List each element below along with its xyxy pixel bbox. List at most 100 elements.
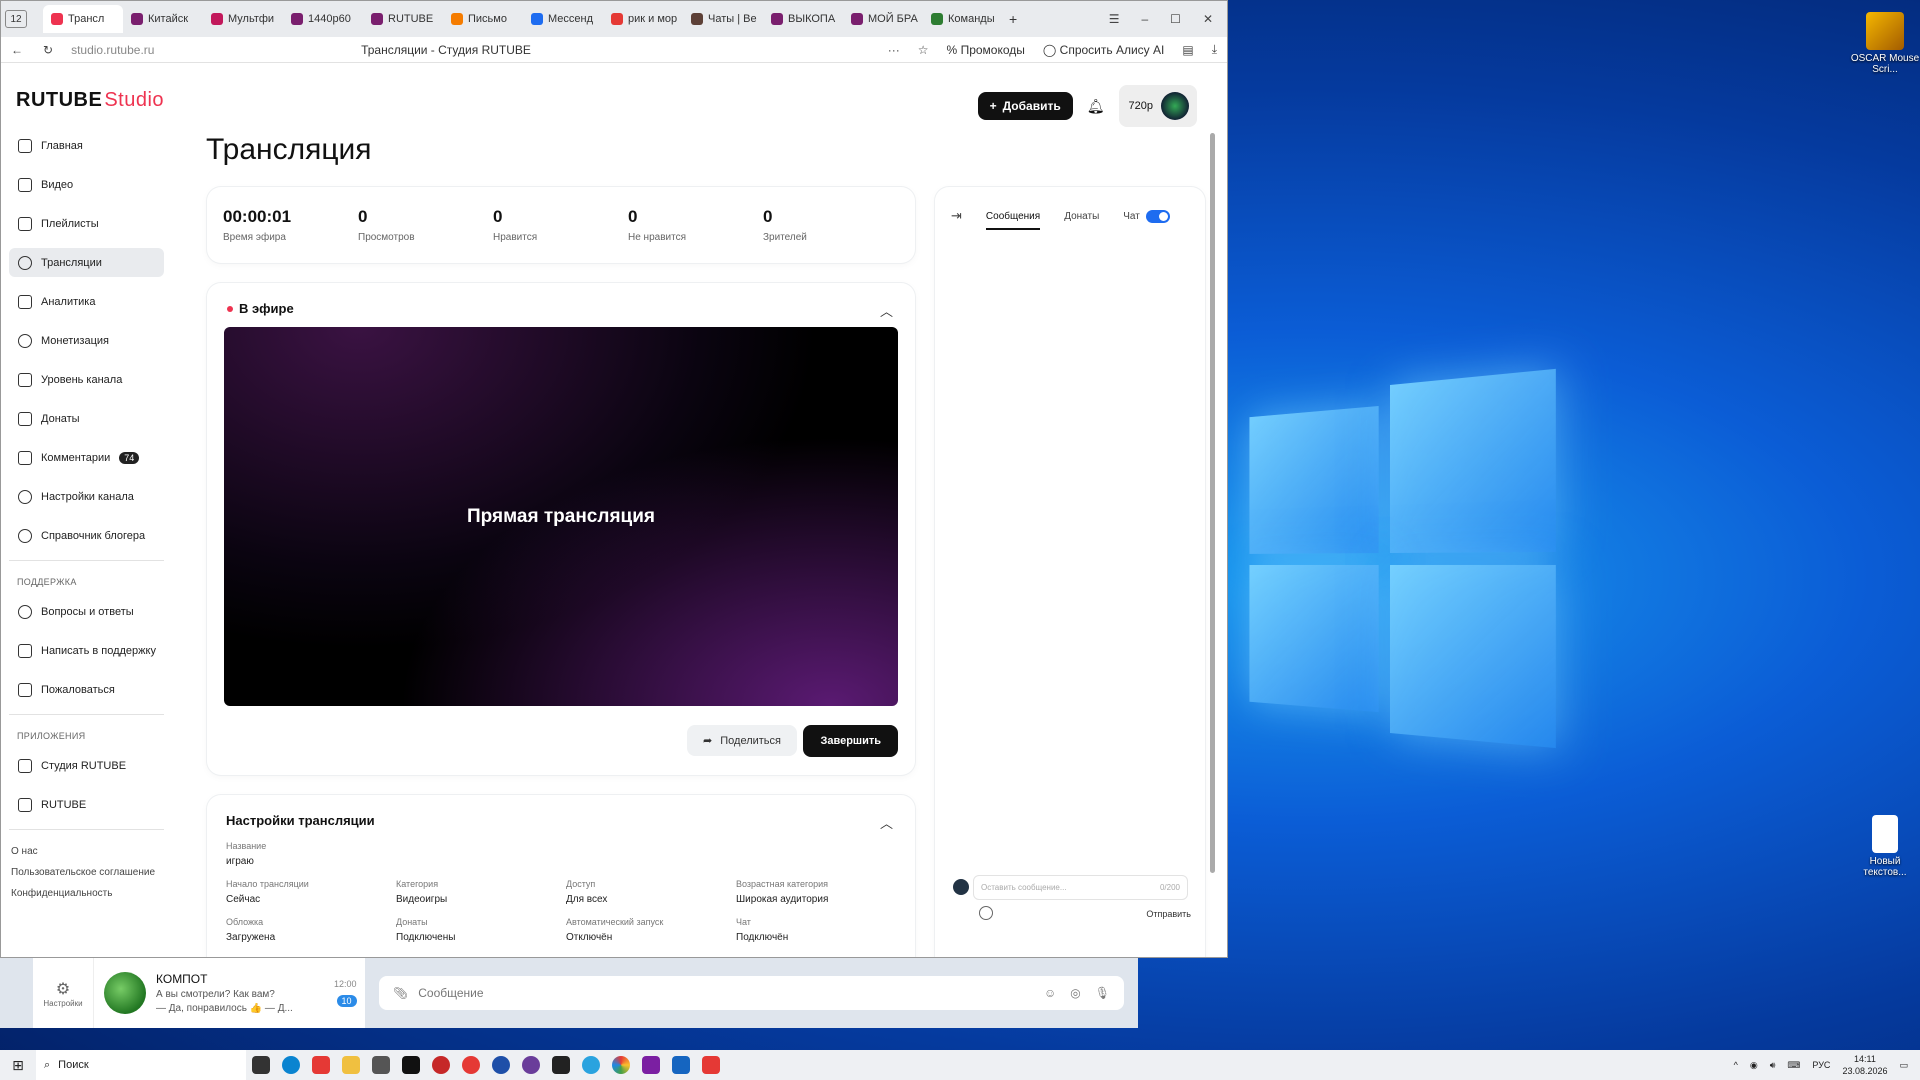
app-icon[interactable] xyxy=(432,1056,450,1074)
tab[interactable]: ВЫКОПА xyxy=(763,5,843,33)
volume-icon[interactable]: 🔊︎ xyxy=(1770,1060,1776,1071)
scrollbar[interactable] xyxy=(1210,133,1215,873)
video-player[interactable]: Прямая трансляция xyxy=(224,327,898,706)
sidebar-item-playlists[interactable]: Плейлисты xyxy=(9,209,164,238)
alice-button[interactable]: ◯ Спросить Алису AI xyxy=(1043,43,1164,57)
epic-games-icon[interactable] xyxy=(552,1056,570,1074)
desktop-icon-oscar[interactable]: OSCAR Mouse Scri... xyxy=(1850,12,1920,75)
tab-active[interactable]: Трансл xyxy=(43,5,123,33)
language-indicator[interactable]: РУС xyxy=(1812,1060,1830,1070)
maximize-button[interactable]: ☐ xyxy=(1170,12,1181,26)
reload-icon[interactable]: ↻ xyxy=(43,43,53,57)
sidebar-item-channel-settings[interactable]: Настройки канала xyxy=(9,482,164,511)
start-button[interactable]: ⊞ xyxy=(0,1057,36,1074)
bell-icon[interactable]: 🔔︎ xyxy=(1087,98,1105,115)
explorer-icon[interactable] xyxy=(342,1056,360,1074)
messenger-settings-button[interactable]: ⚙ Настройки xyxy=(33,958,93,1028)
taskbar-search[interactable]: ⌕ Поиск xyxy=(36,1050,246,1080)
sidebar-item-analytics[interactable]: Аналитика xyxy=(9,287,164,316)
footer-link-privacy[interactable]: Конфиденциальность xyxy=(9,888,164,899)
mail-icon[interactable] xyxy=(372,1056,390,1074)
mic-icon[interactable]: 🎙︎ xyxy=(1095,986,1110,1000)
promo-button[interactable]: % Промокоды xyxy=(947,43,1025,57)
sticker-icon[interactable]: ☺ xyxy=(1044,986,1056,1000)
messenger-chat-item[interactable]: КОМПОТ А вы смотрели? Как вам? — Да, пон… xyxy=(93,958,365,1028)
sidebar-item-guide[interactable]: Справочник блогера xyxy=(9,521,164,550)
avatar[interactable] xyxy=(1161,92,1189,120)
sidebar-item-home[interactable]: Главная xyxy=(9,131,164,160)
desktop-icon-new-text[interactable]: Новый текстов... xyxy=(1850,815,1920,878)
sidebar-item-comments[interactable]: Комментарии 74 xyxy=(9,443,164,472)
obs-icon[interactable] xyxy=(642,1056,660,1074)
edge-icon[interactable] xyxy=(282,1056,300,1074)
tab[interactable]: МОЙ БРА xyxy=(843,5,923,33)
sidebar-item-report[interactable]: Пожаловаться xyxy=(9,675,164,704)
sidebar-item-donates[interactable]: Донаты xyxy=(9,404,164,433)
field-value: Для всех xyxy=(566,894,607,905)
messenger-input[interactable]: 📎︎ Сообщение ☺ ◎ 🎙︎ xyxy=(379,976,1124,1010)
sidebar-item-monetization[interactable]: Монетизация xyxy=(9,326,164,355)
url-field[interactable]: studio.rutube.ru xyxy=(71,43,361,57)
tab[interactable]: Китайск xyxy=(123,5,203,33)
tray-chevron-icon[interactable]: ^ xyxy=(1734,1060,1738,1070)
tab[interactable]: рик и мор xyxy=(603,5,683,33)
tab-donates[interactable]: Донаты xyxy=(1064,211,1099,222)
share-button[interactable]: ➦ Поделиться xyxy=(687,725,797,756)
network-icon[interactable]: ◉ xyxy=(1750,1060,1758,1071)
notifications-icon[interactable]: ▭ xyxy=(1899,1060,1908,1071)
app-icon[interactable] xyxy=(522,1056,540,1074)
task-view-icon[interactable] xyxy=(252,1056,270,1074)
app-icon[interactable] xyxy=(402,1056,420,1074)
bookmark-icon[interactable]: ☆ xyxy=(918,43,929,57)
tab[interactable]: Мультфи xyxy=(203,5,283,33)
sidebar-item-faq[interactable]: Вопросы и ответы xyxy=(9,597,164,626)
collapse-panel-icon[interactable]: ⇥ xyxy=(951,208,962,224)
yandex-browser-icon[interactable] xyxy=(462,1056,480,1074)
emoji-icon[interactable] xyxy=(979,906,993,920)
collapse-chevron-icon[interactable]: ︿ xyxy=(880,301,893,320)
collections-icon[interactable]: ▤ xyxy=(1182,43,1193,57)
collapse-chevron-icon[interactable]: ︿ xyxy=(880,813,893,832)
more-icon[interactable]: ··· xyxy=(888,43,900,57)
sidebar-item-streams[interactable]: Трансляции xyxy=(9,248,164,277)
send-button[interactable]: Отправить xyxy=(1146,909,1191,919)
footer-link-about[interactable]: О нас xyxy=(9,846,164,857)
footer-link-terms[interactable]: Пользовательское соглашение xyxy=(9,867,164,878)
back-icon[interactable]: ← xyxy=(11,43,23,57)
end-stream-button[interactable]: Завершить xyxy=(803,725,898,757)
sidebar-item-rutube-app[interactable]: RUTUBE xyxy=(9,790,164,819)
minimize-button[interactable]: – xyxy=(1141,12,1148,26)
messenger-icon[interactable] xyxy=(672,1056,690,1074)
yandex-icon[interactable] xyxy=(312,1056,330,1074)
tab[interactable]: RUTUBE xyxy=(363,5,443,33)
tab-messages[interactable]: Сообщения xyxy=(986,211,1040,230)
app-icon[interactable] xyxy=(492,1056,510,1074)
camera-icon[interactable]: ◎ xyxy=(1070,986,1080,1000)
telegram-icon[interactable] xyxy=(582,1056,600,1074)
chrome-icon[interactable] xyxy=(612,1056,630,1074)
close-window-button[interactable]: ✕ xyxy=(1203,12,1213,26)
tab[interactable]: Мессенд xyxy=(523,5,603,33)
tab[interactable]: Чаты | Ве xyxy=(683,5,763,33)
yandex-icon[interactable] xyxy=(702,1056,720,1074)
attach-icon[interactable]: 📎︎ xyxy=(393,986,408,1000)
chat-message-input[interactable]: Оставить сообщение... 0/200 xyxy=(973,875,1188,900)
tab[interactable]: Письмо xyxy=(443,5,523,33)
sidebar-item-channel-level[interactable]: Уровень канала xyxy=(9,365,164,394)
toggle-switch[interactable] xyxy=(1146,210,1170,223)
menu-icon[interactable]: ☰ xyxy=(1109,12,1120,26)
clock[interactable]: 14:11 23.08.2026 xyxy=(1842,1053,1887,1077)
tab[interactable]: 1440p60 xyxy=(283,5,363,33)
tab[interactable]: Команды xyxy=(923,5,1003,33)
keyboard-icon[interactable]: ⌨ xyxy=(1787,1060,1800,1071)
quality-selector[interactable]: 720p xyxy=(1119,85,1197,127)
chat-toggle[interactable]: Чат xyxy=(1123,210,1170,223)
sidebar-item-video[interactable]: Видео xyxy=(9,170,164,199)
add-button[interactable]: + Добавить xyxy=(978,92,1073,120)
rutube-studio-logo[interactable]: RUTUBE Studio xyxy=(16,89,164,112)
sidebar-item-write-support[interactable]: Написать в поддержку xyxy=(9,636,164,665)
download-icon[interactable]: ⤓ xyxy=(1212,42,1217,57)
sidebar-item-studio-app[interactable]: Студия RUTUBE xyxy=(9,751,164,780)
new-tab-button[interactable]: + xyxy=(1009,11,1017,27)
tab-count[interactable]: 12 xyxy=(5,10,27,28)
